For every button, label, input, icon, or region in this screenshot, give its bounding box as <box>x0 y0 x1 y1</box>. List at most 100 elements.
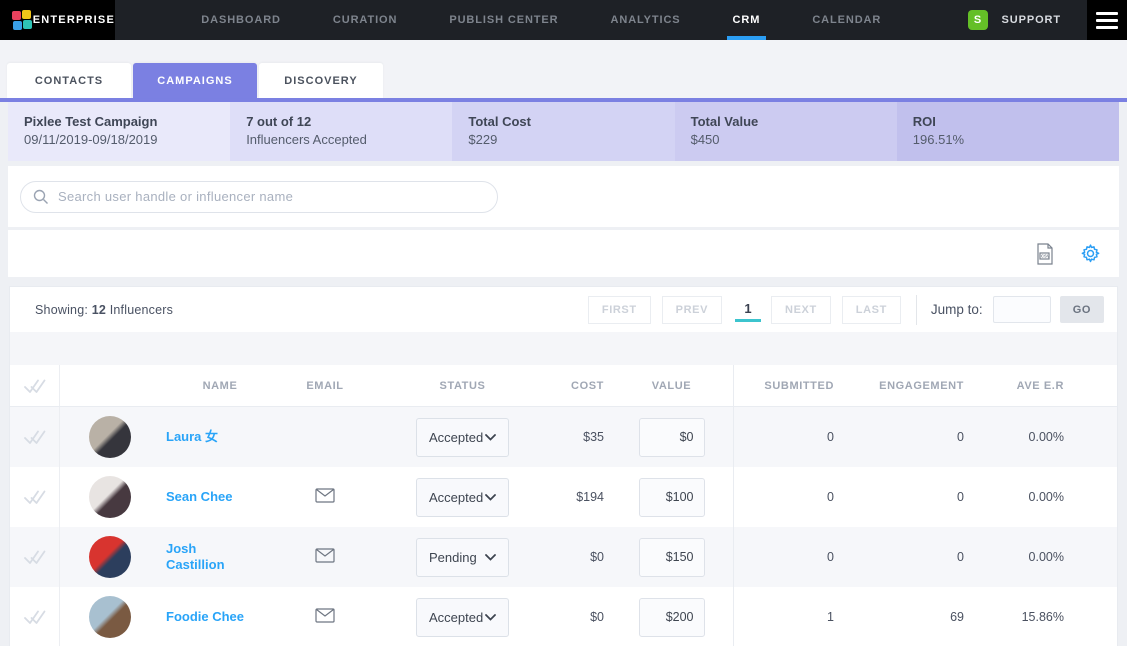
search-section <box>8 166 1119 227</box>
value-input[interactable] <box>639 598 705 637</box>
campaign-stats-bar: Pixlee Test Campaign09/11/2019-09/18/201… <box>8 102 1119 161</box>
stat-segment: Pixlee Test Campaign09/11/2019-09/18/201… <box>8 102 230 161</box>
select-all-check-icon[interactable] <box>10 365 60 406</box>
submitted-value: 0 <box>733 467 840 527</box>
table-summary-row: Showing: 12 Influencers FIRST PREV 1 NEX… <box>10 287 1117 332</box>
email-icon[interactable] <box>315 488 335 506</box>
influencer-table: Showing: 12 Influencers FIRST PREV 1 NEX… <box>9 286 1118 646</box>
top-nav: ENTERPRISE DASHBOARD CURATION PUBLISH CENT… <box>0 0 1127 40</box>
chevron-down-icon <box>485 434 496 441</box>
row-select-check-icon[interactable] <box>10 527 60 587</box>
support-link[interactable]: SUPPORT <box>1002 14 1061 26</box>
tab-contacts[interactable]: CONTACTS <box>7 63 131 98</box>
stat-title: Pixlee Test Campaign <box>24 113 214 131</box>
row-select-check-icon[interactable] <box>10 407 60 467</box>
chevron-down-icon <box>485 614 496 621</box>
influencer-avatar[interactable] <box>89 476 131 518</box>
jump-to-input[interactable] <box>993 296 1051 323</box>
nav-menu: DASHBOARD CURATION PUBLISH CENTER ANALYTICS… <box>115 0 968 40</box>
submitted-value: 1 <box>733 587 840 646</box>
last-page-button[interactable]: LAST <box>842 296 901 324</box>
chevron-down-icon <box>485 554 496 561</box>
influencer-avatar[interactable] <box>89 536 131 578</box>
first-page-button[interactable]: FIRST <box>588 296 651 324</box>
status-dropdown[interactable]: Accepted <box>416 478 509 517</box>
stat-value: $229 <box>468 131 658 149</box>
email-icon[interactable] <box>315 608 335 626</box>
engagement-value: 69 <box>840 587 970 646</box>
ave-er-value: 0.00% <box>970 407 1070 467</box>
showing-count-text: Showing: 12 Influencers <box>35 303 173 317</box>
nav-item-analytics[interactable]: ANALYTICS <box>605 0 687 40</box>
influencer-name-link[interactable]: Foodie Chee <box>166 609 244 625</box>
status-dropdown[interactable]: Accepted <box>416 418 509 457</box>
search-box[interactable] <box>20 181 498 213</box>
influencer-avatar[interactable] <box>89 596 131 638</box>
col-header-email: EMAIL <box>280 365 370 406</box>
influencer-name-link[interactable]: Sean Chee <box>166 489 232 505</box>
table-row: Josh Castillion Pending $0 0 0 0.00% <box>10 527 1117 587</box>
pagination: FIRST PREV 1 NEXT LAST Jump to: GO <box>588 295 1104 325</box>
status-dropdown[interactable]: Accepted <box>416 598 509 637</box>
nav-item-calendar[interactable]: CALENDAR <box>806 0 887 40</box>
value-input[interactable] <box>639 418 705 457</box>
nav-right: S SUPPORT <box>968 0 1127 40</box>
table-tools-section: CSV <box>8 230 1119 277</box>
table-header-row: NAME EMAIL STATUS COST VALUE SUBMITTED E… <box>10 365 1117 407</box>
tab-discovery[interactable]: DISCOVERY <box>259 63 383 98</box>
col-header-engagement: ENGAGEMENT <box>840 365 970 406</box>
col-header-status: STATUS <box>370 365 555 406</box>
stat-value: $450 <box>691 131 881 149</box>
nav-item-dashboard[interactable]: DASHBOARD <box>195 0 287 40</box>
col-header-ave-er: AVE E.R <box>970 365 1070 406</box>
current-page-number[interactable]: 1 <box>735 297 761 322</box>
svg-text:CSV: CSV <box>1041 253 1050 258</box>
chevron-down-icon <box>485 494 496 501</box>
submitted-value: 0 <box>733 527 840 587</box>
influencer-avatar[interactable] <box>89 416 131 458</box>
nav-item-curation[interactable]: CURATION <box>327 0 403 40</box>
status-badge[interactable]: S <box>968 10 988 30</box>
nav-item-crm[interactable]: CRM <box>727 0 767 40</box>
stat-value: 196.51% <box>913 131 1103 149</box>
influencer-name-link[interactable]: Laura 女 <box>166 429 218 445</box>
prev-page-button[interactable]: PREV <box>662 296 722 324</box>
value-input[interactable] <box>639 478 705 517</box>
brand-logo[interactable]: ENTERPRISE <box>0 0 115 40</box>
hamburger-menu-icon[interactable] <box>1087 0 1127 40</box>
export-csv-icon[interactable]: CSV <box>1036 243 1054 265</box>
row-select-check-icon[interactable] <box>10 587 60 646</box>
tab-campaigns[interactable]: CAMPAIGNS <box>133 63 257 98</box>
table-body: Laura 女 Accepted $35 0 0 0.00% Sean Chee <box>10 407 1117 646</box>
engagement-value: 0 <box>840 407 970 467</box>
pixlee-logo-icon <box>12 10 24 30</box>
col-header-spacer <box>60 365 160 406</box>
stat-segment: ROI196.51% <box>897 102 1119 161</box>
stat-segment: 7 out of 12Influencers Accepted <box>230 102 452 161</box>
pagination-divider <box>916 295 917 325</box>
search-icon <box>33 189 49 205</box>
ave-er-value: 15.86% <box>970 587 1070 646</box>
stat-title: 7 out of 12 <box>246 113 436 131</box>
col-header-cost: COST <box>555 365 610 406</box>
search-input[interactable] <box>58 189 485 204</box>
stat-segment: Total Cost$229 <box>452 102 674 161</box>
bulk-actions-band <box>10 332 1117 365</box>
stat-title: Total Value <box>691 113 881 131</box>
influencer-name-link[interactable]: Josh Castillion <box>166 541 256 573</box>
engagement-value: 0 <box>840 527 970 587</box>
brand-name: ENTERPRISE <box>33 14 115 26</box>
email-icon[interactable] <box>315 548 335 566</box>
go-button[interactable]: GO <box>1060 296 1104 323</box>
crm-page: ENTERPRISE DASHBOARD CURATION PUBLISH CENT… <box>0 0 1127 646</box>
row-select-check-icon[interactable] <box>10 467 60 527</box>
col-header-submitted: SUBMITTED <box>733 365 840 406</box>
next-page-button[interactable]: NEXT <box>771 296 831 324</box>
status-dropdown[interactable]: Pending <box>416 538 509 577</box>
value-input[interactable] <box>639 538 705 577</box>
nav-item-publish-center[interactable]: PUBLISH CENTER <box>443 0 564 40</box>
col-header-name: NAME <box>160 365 280 406</box>
table-row: Foodie Chee Accepted $0 1 69 15.86% <box>10 587 1117 646</box>
settings-gear-icon[interactable] <box>1080 243 1101 264</box>
table-row: Sean Chee Accepted $194 0 0 0.00% <box>10 467 1117 527</box>
